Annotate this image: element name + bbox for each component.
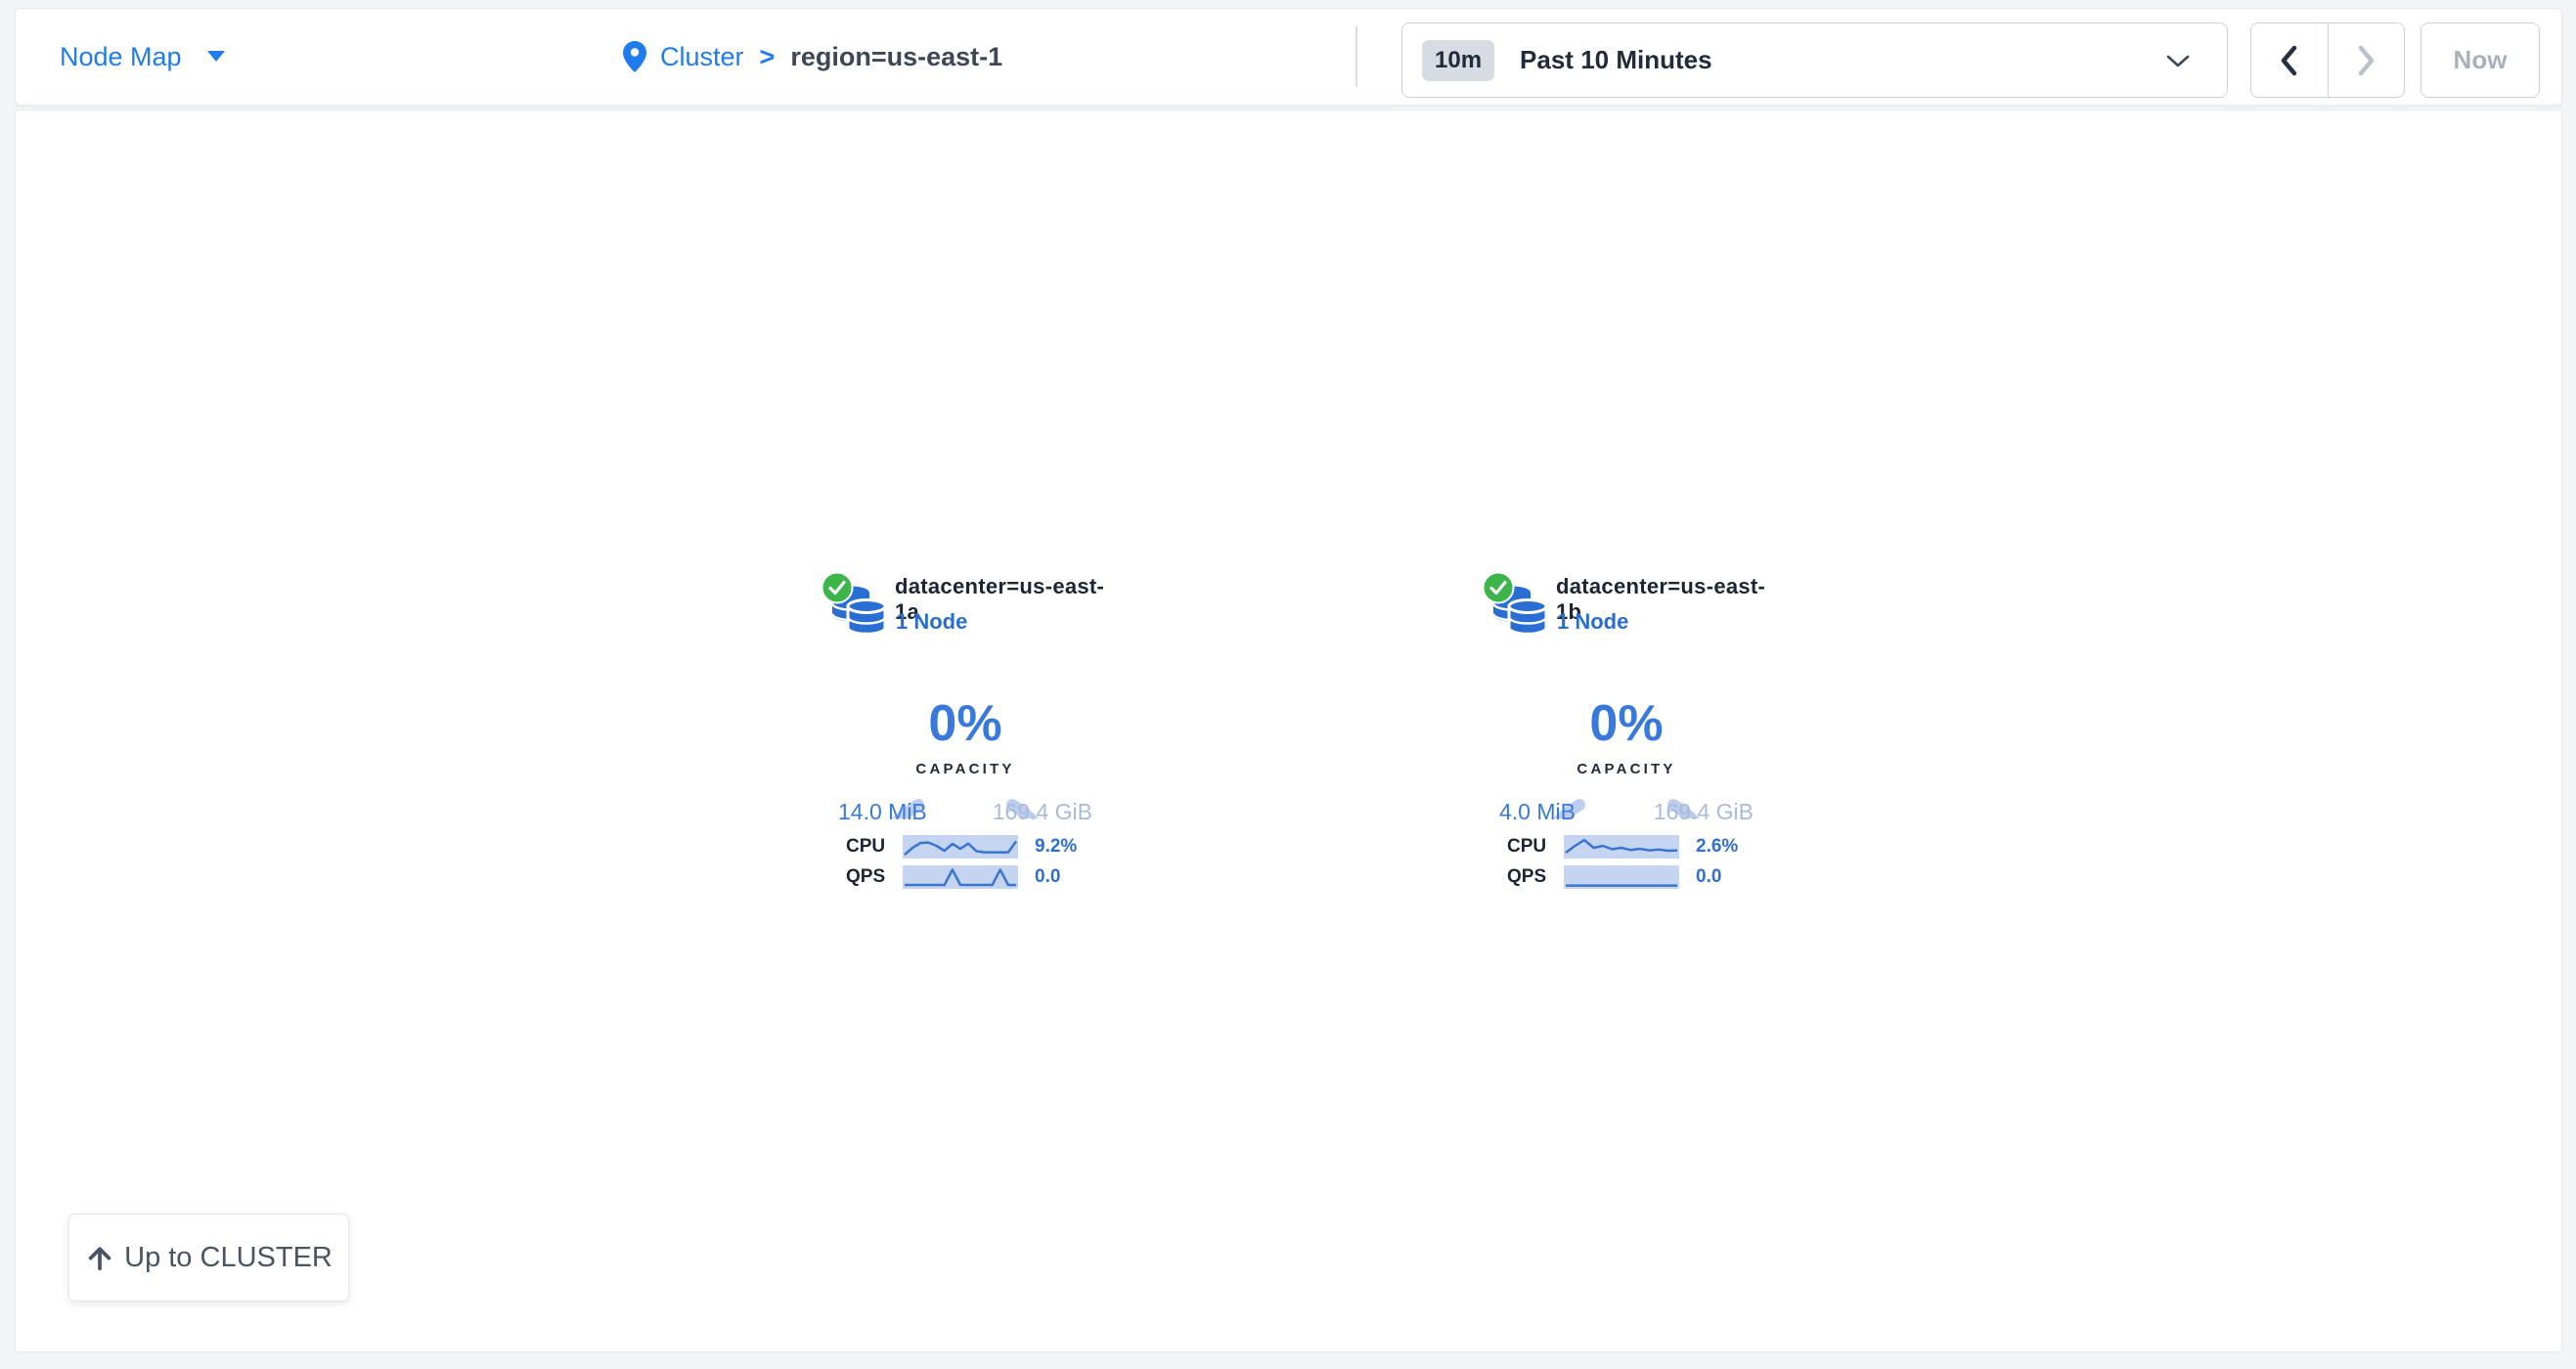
capacity-caption: CAPACITY — [915, 761, 1015, 777]
datacenter-card-us-east-1a[interactable]: datacenter=us-east-1a 1 Node 0% CAPACITY… — [819, 568, 1112, 891]
qps-sparkline — [1564, 865, 1679, 889]
capacity-used-value: 4.0 MiB — [1499, 799, 1576, 824]
up-to-cluster-button[interactable]: Up to CLUSTER — [68, 1214, 349, 1302]
cpu-metric-row: CPU 2.6% — [1499, 835, 1754, 859]
qps-value: 0.0 — [1696, 866, 1722, 887]
capacity-gauge: 0% CAPACITY — [1524, 623, 1729, 818]
cpu-sparkline — [903, 835, 1018, 859]
capacity-percent: 0% — [1589, 695, 1664, 752]
time-prev-button[interactable] — [2251, 23, 2329, 97]
up-arrow-icon — [88, 1247, 111, 1271]
time-range-badge: 10m — [1422, 39, 1495, 81]
datacenter-stats: 14.0 MiB 169.4 GiB CPU 9.2% QPS 0.0 — [838, 799, 1092, 889]
chevron-right-icon — [2359, 45, 2375, 75]
capacity-gauge: 0% CAPACITY — [863, 623, 1068, 818]
cpu-value: 2.6% — [1696, 836, 1739, 857]
capacity-used-value: 14.0 MiB — [838, 799, 927, 824]
time-pager — [2250, 22, 2405, 98]
node-map-page: Node Map Cluster > region=us-east-1 10m … — [0, 0, 2576, 1369]
datacenter-card-us-east-1b[interactable]: datacenter=us-east-1b 1 Node 0% CAPACITY… — [1480, 568, 1773, 891]
breadcrumb-current-location: region=us-east-1 — [790, 41, 1003, 71]
header-divider — [1355, 26, 1357, 87]
health-check-icon — [821, 571, 854, 604]
up-to-cluster-label: Up to CLUSTER — [124, 1241, 333, 1273]
location-pin-icon — [623, 41, 646, 72]
view-selector-label: Node Map — [60, 41, 182, 71]
time-range-label: Past 10 Minutes — [1520, 45, 1712, 74]
capacity-total-value: 169.4 GiB — [992, 799, 1092, 824]
qps-label: QPS — [1507, 866, 1547, 887]
node-map-canvas: datacenter=us-east-1a 1 Node 0% CAPACITY… — [15, 110, 2562, 1352]
qps-metric-row: QPS 0.0 — [838, 865, 1092, 889]
capacity-percent: 0% — [928, 695, 1002, 752]
capacity-caption: CAPACITY — [1577, 761, 1676, 777]
caret-down-icon — [206, 51, 225, 62]
breadcrumb-separator: > — [759, 41, 776, 71]
cpu-label: CPU — [846, 836, 886, 857]
cpu-label: CPU — [1507, 836, 1547, 857]
chevron-down-icon — [2166, 55, 2190, 67]
cpu-value: 9.2% — [1035, 836, 1078, 857]
cpu-sparkline — [1564, 835, 1679, 859]
time-range-dropdown[interactable]: 10m Past 10 Minutes — [1401, 22, 2228, 98]
time-next-button[interactable] — [2329, 23, 2405, 97]
view-selector-dropdown[interactable]: Node Map — [60, 9, 225, 105]
breadcrumb: Cluster > region=us-east-1 — [623, 9, 1002, 105]
cpu-metric-row: CPU 9.2% — [838, 835, 1092, 859]
health-check-icon — [1482, 571, 1515, 604]
breadcrumb-cluster-link[interactable]: Cluster — [660, 42, 744, 72]
chevron-left-icon — [2281, 45, 2296, 75]
qps-sparkline — [903, 865, 1018, 889]
now-button[interactable]: Now — [2421, 22, 2540, 98]
capacity-total-value: 169.4 GiB — [1653, 799, 1754, 824]
datacenter-stats: 4.0 MiB 169.4 GiB CPU 2.6% QPS 0.0 — [1499, 799, 1754, 889]
qps-label: QPS — [846, 866, 886, 887]
header-bar: Node Map Cluster > region=us-east-1 10m … — [15, 8, 2562, 106]
qps-value: 0.0 — [1035, 866, 1061, 887]
qps-metric-row: QPS 0.0 — [1499, 865, 1754, 889]
